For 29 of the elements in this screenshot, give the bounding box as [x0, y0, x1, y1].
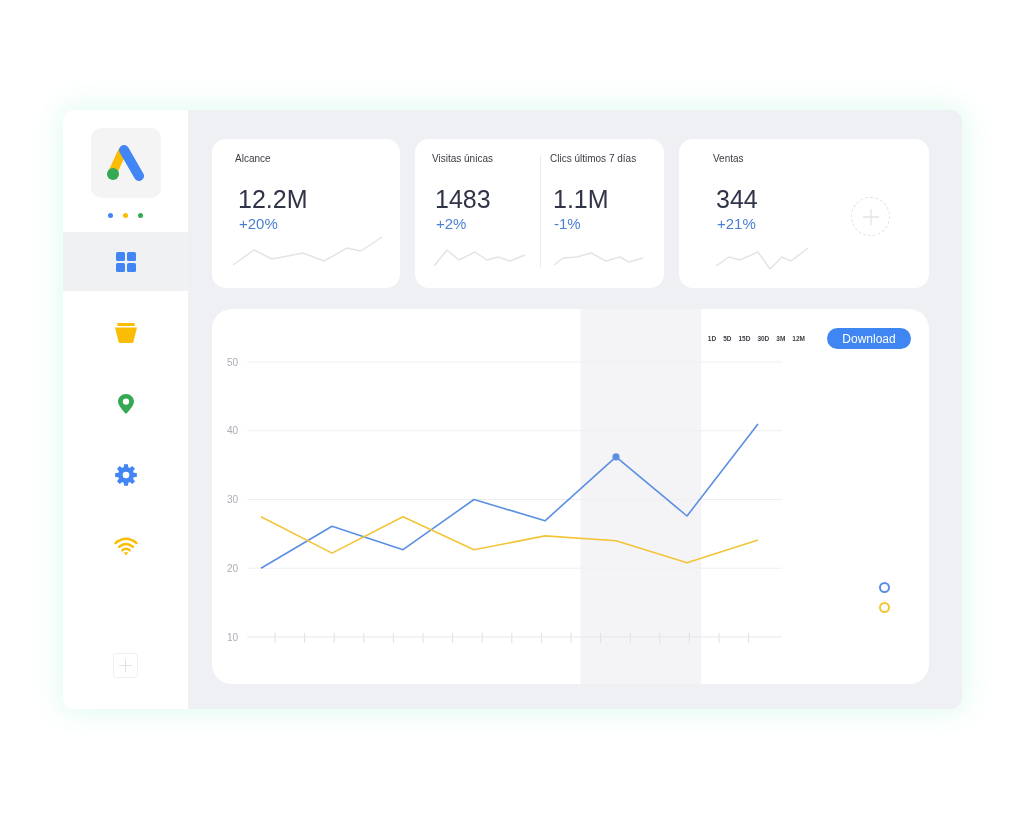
axis-tick-label: 50	[226, 356, 238, 368]
metric-label: Ventas	[713, 152, 744, 166]
metric-label: Clics últimos 7 días	[550, 152, 637, 166]
nav-item[interactable]	[63, 232, 188, 291]
basket-icon	[114, 322, 137, 343]
wifi-icon	[113, 535, 138, 556]
metric-change: +21%	[717, 215, 756, 233]
dashboard-icon	[115, 251, 136, 272]
settings-icon	[114, 463, 137, 486]
metric-label: Alcance	[235, 152, 271, 166]
metric-value: 12.2M	[238, 184, 308, 214]
logo-icon	[107, 145, 144, 181]
axis-tick-label: 30	[226, 494, 238, 505]
map-pin-icon	[117, 393, 134, 414]
axis-tick-label: 10	[226, 631, 238, 643]
data-point-marker	[612, 453, 620, 461]
plus-icon	[862, 208, 879, 225]
axis-tick-label: 20	[226, 562, 238, 574]
add-button[interactable]	[113, 653, 138, 678]
metric-change: +2%	[436, 215, 467, 233]
metric-value: 1483	[435, 184, 491, 214]
axis-tick-label: 40	[226, 425, 238, 437]
metric-label: Visitas únicas	[432, 152, 493, 166]
metric-change: +20%	[239, 215, 278, 233]
download-button[interactable]: Download	[827, 328, 911, 349]
metric-value: 1.1M	[553, 184, 609, 214]
plus-icon	[119, 659, 132, 672]
metric-value: 344	[716, 184, 758, 214]
metric-change: -1%	[554, 215, 581, 233]
